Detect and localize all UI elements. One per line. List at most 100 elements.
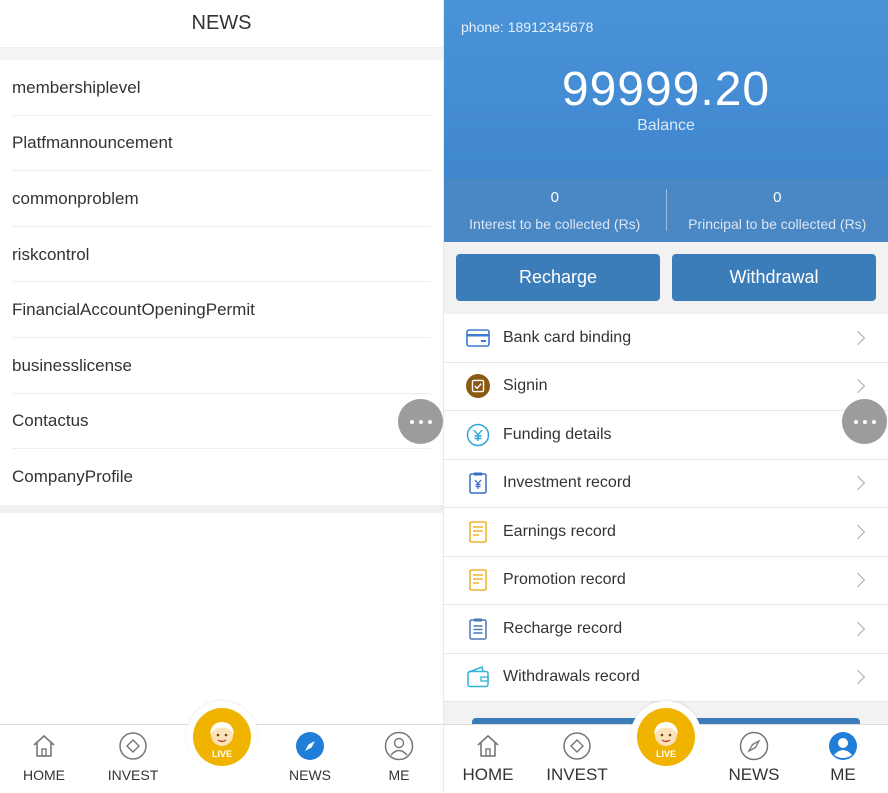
menu-label: Investment record (503, 474, 632, 492)
menu-label: Recharge record (503, 619, 623, 637)
live-button[interactable]: LIVE (630, 701, 702, 773)
news-item-financial-account-permit[interactable]: FinancialAccountOpeningPermit (0, 282, 443, 338)
chevron-right-icon (850, 379, 866, 394)
live-avatar-icon: LIVE (637, 708, 695, 766)
menu-label: Withdrawals record (503, 668, 640, 686)
chevron-right-icon (850, 330, 866, 345)
withdrawal-button[interactable]: Withdrawal (672, 254, 876, 301)
news-item-contact-us[interactable]: Contactus (0, 394, 443, 450)
action-buttons: Recharge Withdrawal (444, 242, 888, 314)
chevron-right-icon (850, 524, 866, 539)
balance-header: phone: 18912345678 99999.20 Balance (444, 0, 888, 178)
news-item-platform-announcement[interactable]: Platfmannouncement (0, 116, 443, 172)
tab-home-label: HOME (462, 765, 514, 784)
dot-icon (418, 419, 423, 424)
user-icon (828, 731, 858, 761)
menu-label: Earnings record (503, 522, 616, 540)
menu-label: Bank card binding (503, 328, 632, 346)
stats-bar: 0 Interest to be collected (Rs) 0 Princi… (444, 178, 888, 242)
dot-icon (427, 419, 432, 424)
tab-bar: HOME INVEST LIVE NEWS ME (444, 701, 888, 793)
user-icon (384, 731, 414, 761)
invest-icon (118, 731, 148, 761)
tab-invest-label: INVEST (107, 767, 159, 783)
page-title: NEWS (0, 0, 443, 48)
menu-earnings-record[interactable]: Earnings record (444, 508, 888, 557)
tab-news-label: NEWS (289, 767, 331, 783)
phone-number: phone: 18912345678 (461, 19, 594, 35)
chevron-right-icon (850, 670, 866, 685)
chevron-right-icon (850, 573, 866, 588)
interest-value: 0 (550, 188, 559, 206)
account-screen: phone: 18912345678 99999.20 Balance 0 In… (444, 0, 888, 793)
news-item-business-license[interactable]: businesslicense (0, 338, 443, 394)
menu-promotion-record[interactable]: Promotion record (444, 557, 888, 605)
interest-stat: 0 Interest to be collected (Rs) (444, 189, 666, 232)
divider (0, 48, 443, 60)
tab-invest-label: INVEST (546, 765, 608, 784)
chevron-right-icon (850, 621, 866, 636)
home-icon (29, 731, 59, 761)
dot-icon (862, 419, 867, 424)
principal-label: Principal to be collected (Rs) (688, 215, 867, 232)
menu-label: Signin (503, 377, 548, 395)
compass-icon (295, 731, 325, 761)
tab-me[interactable]: ME (359, 731, 439, 783)
interest-label: Interest to be collected (Rs) (469, 215, 641, 232)
document-icon (466, 568, 490, 592)
tab-home-label: HOME (23, 767, 65, 783)
menu-funding-details[interactable]: Funding details (444, 411, 888, 460)
tab-news[interactable]: NEWS (270, 731, 350, 783)
tab-invest[interactable]: INVEST (537, 731, 617, 785)
menu-withdrawals-record[interactable]: Withdrawals record (444, 654, 888, 702)
dot-icon (409, 419, 414, 424)
live-avatar-icon: LIVE (193, 708, 251, 766)
wallet-icon (466, 665, 490, 689)
news-item-common-problem[interactable]: commonproblem (0, 171, 443, 227)
balance-amount: 99999.20 (561, 63, 771, 116)
document-icon (466, 520, 490, 544)
yen-circle-icon (466, 423, 490, 447)
menu-recharge-record[interactable]: Recharge record (444, 605, 888, 654)
signin-icon (466, 374, 490, 399)
recharge-button[interactable]: Recharge (456, 254, 660, 301)
menu-label: Funding details (503, 425, 612, 443)
live-label: LIVE (211, 749, 232, 759)
principal-stat: 0 Principal to be collected (Rs) (667, 189, 888, 232)
live-button[interactable]: LIVE (186, 701, 258, 773)
principal-value: 0 (773, 188, 782, 206)
more-menu-button[interactable] (842, 399, 887, 444)
dot-icon (871, 419, 876, 424)
tab-bar: HOME INVEST LIVE NEWS ME (0, 701, 443, 793)
news-item-company-profile[interactable]: CompanyProfile (0, 449, 443, 505)
account-menu: Bank card binding Signin Funding details… (444, 314, 888, 702)
dot-icon (853, 419, 858, 424)
compass-icon (739, 731, 769, 761)
menu-bank-card-binding[interactable]: Bank card binding (444, 314, 888, 363)
tab-news[interactable]: NEWS (714, 731, 794, 785)
chevron-right-icon (850, 476, 866, 491)
balance-label: Balance (637, 117, 695, 134)
menu-signin[interactable]: Signin (444, 363, 888, 411)
live-label: LIVE (655, 749, 676, 759)
more-menu-button[interactable] (398, 399, 443, 444)
clipboard-yen-icon (466, 471, 490, 495)
tab-me[interactable]: ME (803, 731, 883, 785)
tab-me-label: ME (830, 765, 856, 784)
tab-home[interactable]: HOME (448, 731, 528, 785)
home-icon (473, 731, 503, 761)
news-list: membershiplevel Platfmannouncement commo… (0, 60, 443, 505)
bank-card-icon (466, 326, 490, 350)
tab-me-label: ME (388, 767, 410, 783)
news-item-membershiplevel[interactable]: membershiplevel (0, 60, 443, 116)
divider (0, 504, 443, 513)
news-item-risk-control[interactable]: riskcontrol (0, 227, 443, 283)
news-screen: NEWS membershiplevel Platfmannouncement … (0, 0, 443, 793)
menu-label: Promotion record (503, 571, 626, 589)
tab-invest[interactable]: INVEST (93, 731, 173, 783)
clipboard-list-icon (466, 617, 490, 641)
tab-home[interactable]: HOME (4, 731, 84, 783)
menu-investment-record[interactable]: Investment record (444, 460, 888, 508)
tab-news-label: NEWS (728, 765, 780, 784)
invest-icon (562, 731, 592, 761)
